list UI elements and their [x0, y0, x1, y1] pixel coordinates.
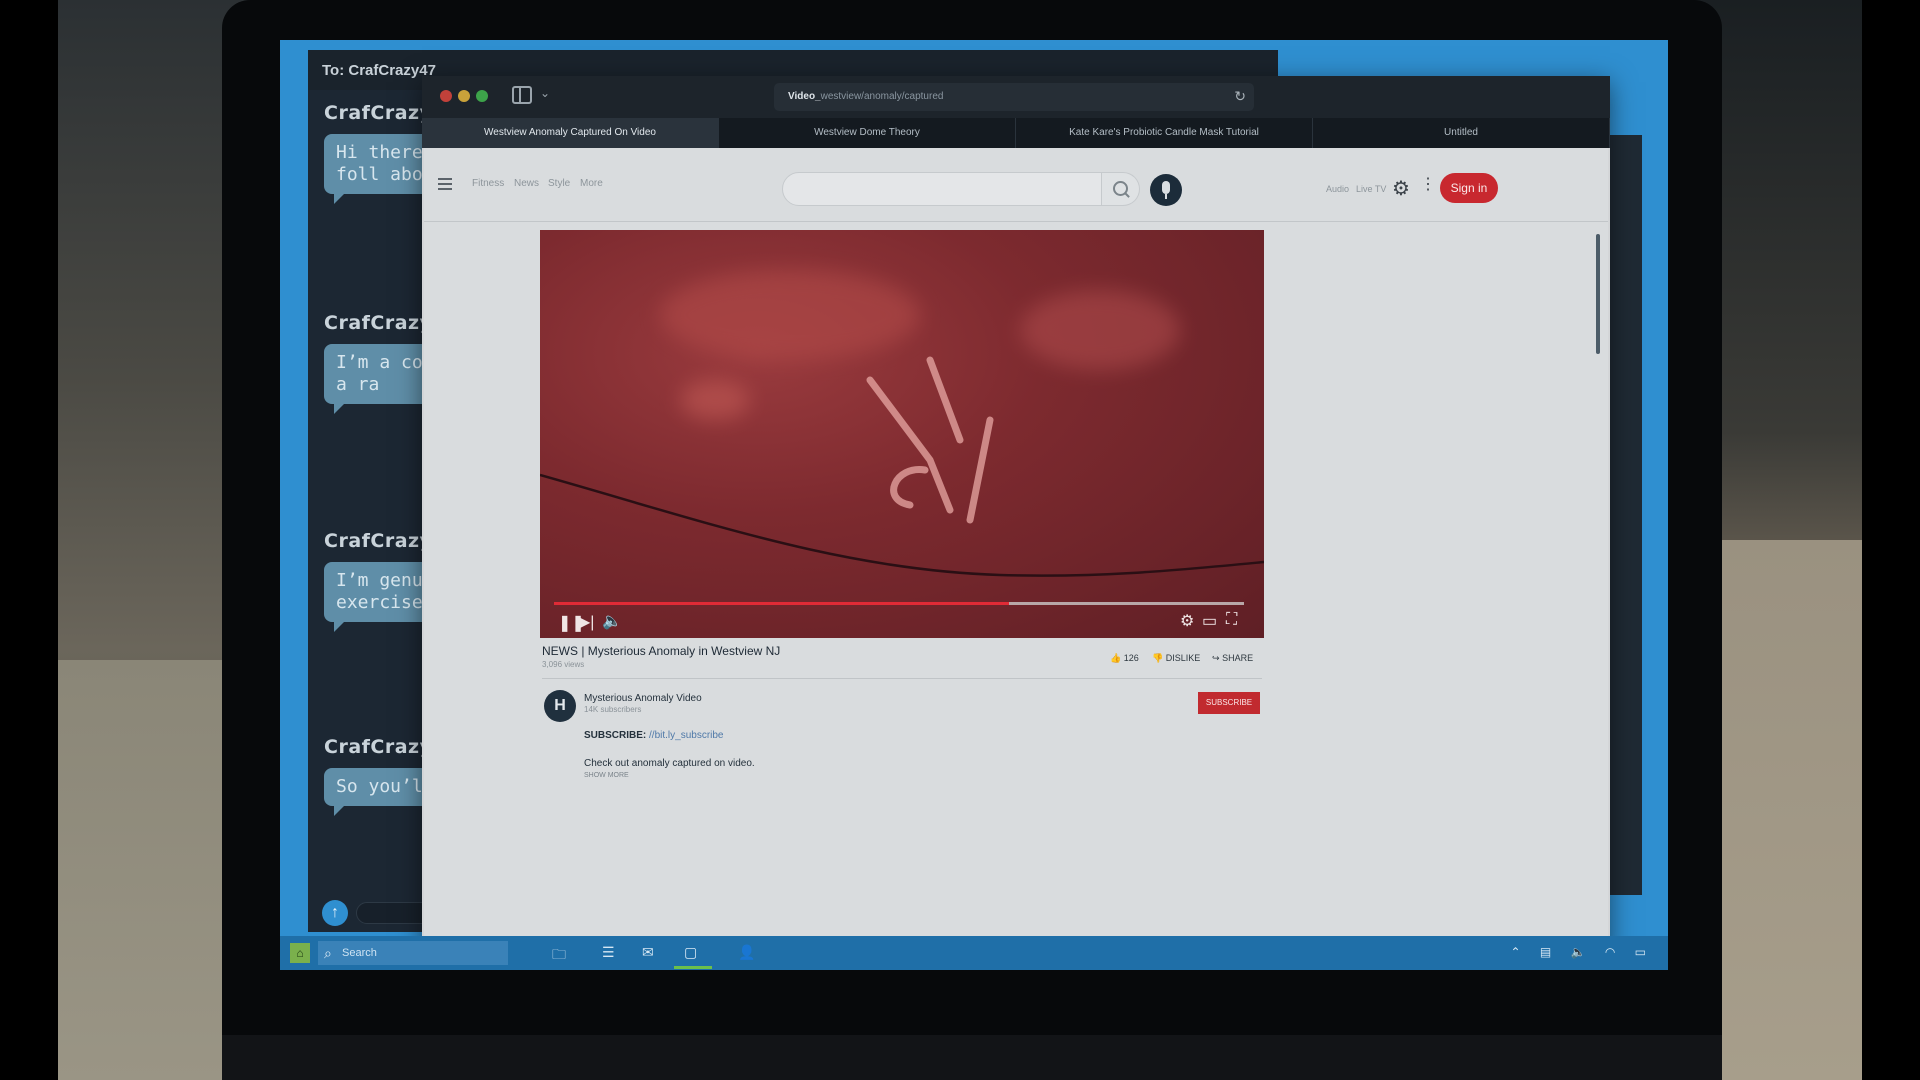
tab-strip: Westview Anomaly Captured On Video Westv… — [422, 118, 1610, 148]
video-frame-image — [540, 356, 1264, 577]
search-icon[interactable] — [1102, 172, 1140, 206]
gear-icon[interactable]: ⚙ — [1392, 176, 1410, 201]
chevron-down-icon[interactable]: ⌄ — [540, 86, 550, 100]
list-icon[interactable]: ☰ — [602, 944, 615, 961]
share-button[interactable]: ↪ SHARE — [1212, 653, 1253, 664]
dislike-button[interactable]: 👎 DISLIKE — [1152, 653, 1200, 664]
minimize-window-button[interactable] — [458, 90, 470, 102]
fullscreen-icon[interactable]: ⛶ — [1226, 611, 1237, 629]
laptop-base — [222, 1035, 1722, 1080]
page-scrollbar[interactable] — [1596, 234, 1600, 354]
url-path: westview/anomaly/captured — [820, 91, 944, 102]
nav-link-style[interactable]: Style — [548, 178, 570, 189]
thumbs-up-icon: 👍 — [1110, 653, 1122, 663]
like-count: 126 — [1123, 653, 1139, 663]
channel-avatar[interactable]: H — [544, 690, 576, 722]
video-view-count: 3,096 views — [542, 660, 585, 669]
web-page: Fitness News Style More Audio Live TV ⚙ … — [424, 148, 1608, 954]
like-button[interactable]: 👍 126 — [1110, 653, 1139, 664]
video-progress-bar[interactable] — [554, 602, 1244, 605]
thumbs-down-icon: 👎 — [1152, 653, 1164, 663]
subscribe-button[interactable]: SUBSCRIBE — [1198, 692, 1260, 714]
dislike-label: DISLIKE — [1165, 653, 1201, 663]
channel-subscriber-count: 14K subscribers — [584, 705, 642, 714]
browser-window: ⌄ Video_westview/anomaly/captured ↻ West… — [422, 76, 1610, 954]
photo-scene: To: CrafCrazy47 CrafCrazy Hi there! it’s… — [0, 0, 1920, 1080]
share-label: SHARE — [1222, 653, 1254, 663]
share-arrow-icon: ↪ — [1212, 653, 1220, 663]
nav-link-news[interactable]: News — [514, 178, 539, 189]
search-input[interactable] — [782, 172, 1102, 206]
taskbar: ⌂ Search 🗀 ☰ ✉ ▢ 👤 ⌃ ▤ 🔈 ◠ ▭ — [280, 936, 1668, 970]
show-more-link[interactable]: SHOW MORE — [584, 772, 629, 779]
home-icon[interactable]: ⌂ — [290, 943, 310, 963]
sidebar-toggle-icon[interactable] — [512, 86, 532, 104]
letterbox-left — [0, 0, 58, 1080]
video-player[interactable]: ❚❚ ▶| 🔈 ⚙ ▭ ⛶ — [540, 230, 1264, 638]
send-arrow-icon[interactable]: ↑ — [322, 900, 348, 926]
theater-mode-icon[interactable]: ▭ — [1202, 611, 1217, 631]
skip-next-icon[interactable]: ▶| — [578, 612, 594, 632]
more-options-icon[interactable]: ⋮ — [1420, 177, 1436, 193]
volume-icon[interactable]: 🔈 — [602, 611, 622, 631]
taskbar-search-input[interactable]: Search — [318, 941, 508, 965]
sign-in-button[interactable]: Sign in — [1440, 173, 1498, 203]
subscribe-link[interactable]: //bit.ly_subscribe — [649, 730, 723, 741]
hamburger-menu-icon[interactable] — [438, 178, 452, 190]
maximize-window-button[interactable] — [476, 90, 488, 102]
browser-app-icon[interactable]: ▢ — [684, 944, 697, 961]
contacts-icon[interactable]: 👤 — [738, 944, 755, 961]
video-description: Check out anomaly captured on video. — [584, 758, 755, 769]
mail-icon[interactable]: ✉ — [642, 944, 654, 961]
address-bar[interactable]: Video_westview/anomaly/captured ↻ — [774, 83, 1254, 111]
letterbox-right — [1862, 0, 1920, 1080]
reload-icon[interactable]: ↻ — [1234, 88, 1246, 105]
video-title: NEWS | Mysterious Anomaly in Westview NJ — [542, 644, 781, 658]
nav-link-more[interactable]: More — [580, 178, 603, 189]
url-text: Video_westview/anomaly/captured — [788, 91, 943, 102]
header-link-live-tv[interactable]: Live TV — [1356, 184, 1386, 194]
url-host: Video_ — [788, 91, 821, 102]
paper-right — [1712, 540, 1862, 1080]
close-window-button[interactable] — [440, 90, 452, 102]
active-app-indicator — [674, 966, 712, 969]
tab-westview-anomaly[interactable]: Westview Anomaly Captured On Video — [422, 118, 719, 148]
laptop-screen: To: CrafCrazy47 CrafCrazy Hi there! it’s… — [280, 40, 1668, 970]
description-subscribe-label: SUBSCRIBE: — [584, 730, 647, 741]
header-link-audio[interactable]: Audio — [1326, 184, 1349, 194]
video-progress-fill — [554, 602, 1010, 605]
divider — [542, 678, 1262, 679]
site-header: Fitness News Style More Audio Live TV ⚙ … — [424, 148, 1608, 222]
tab-untitled[interactable]: Untitled — [1313, 118, 1610, 148]
tab-dome-theory[interactable]: Westview Dome Theory — [719, 118, 1016, 148]
description-subscribe-line: SUBSCRIBE: //bit.ly_subscribe — [584, 730, 724, 741]
video-settings-icon[interactable]: ⚙ — [1180, 611, 1194, 631]
tab-candle-mask[interactable]: Kate Kare's Probiotic Candle Mask Tutori… — [1016, 118, 1313, 148]
channel-name[interactable]: Mysterious Anomaly Video — [584, 693, 702, 704]
system-tray[interactable]: ⌃ ▤ 🔈 ◠ ▭ — [1511, 945, 1654, 959]
nav-link-fitness[interactable]: Fitness — [472, 178, 504, 189]
browser-titlebar: ⌄ Video_westview/anomaly/captured ↻ — [422, 76, 1610, 118]
microphone-icon[interactable] — [1150, 174, 1182, 206]
folder-icon[interactable]: 🗀 — [552, 944, 566, 968]
